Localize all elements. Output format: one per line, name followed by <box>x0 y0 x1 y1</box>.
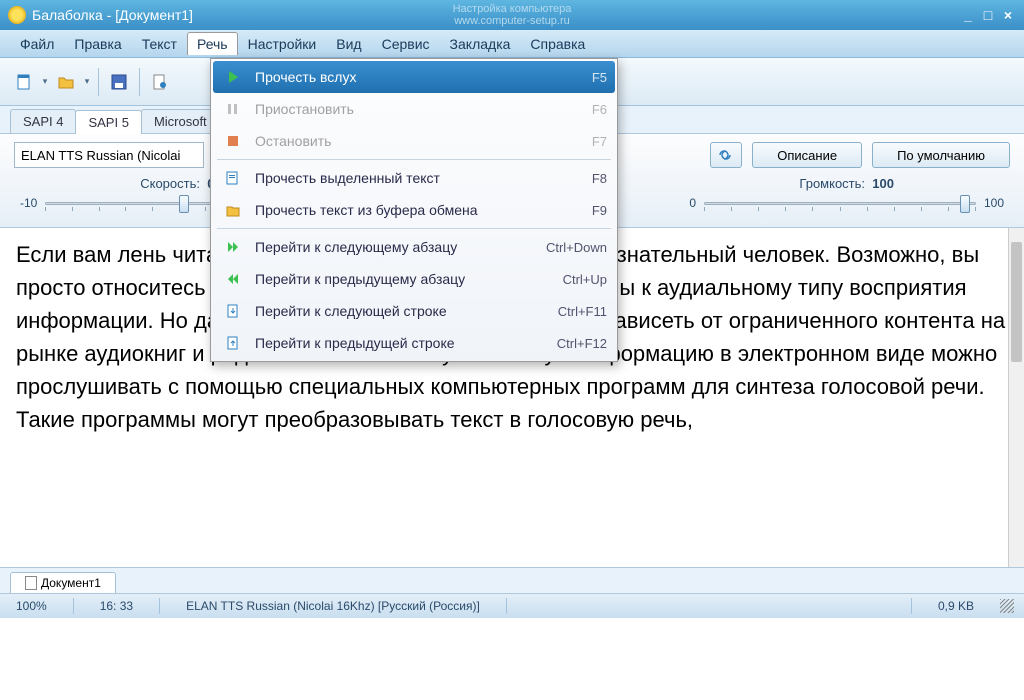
menu-edit[interactable]: Правка <box>64 32 131 56</box>
document-icon <box>25 576 37 590</box>
menu-view[interactable]: Вид <box>326 32 371 56</box>
page-next-icon <box>221 299 245 323</box>
forward-icon <box>221 235 245 259</box>
menu-next-paragraph[interactable]: Перейти к следующему абзацу Ctrl+Down <box>213 231 615 263</box>
status-position: 16: 33 <box>94 599 139 613</box>
menu-pause: Приостановить F6 <box>213 93 615 125</box>
menu-stop: Остановить F7 <box>213 125 615 157</box>
status-zoom: 100% <box>10 599 53 613</box>
open-folder-icon[interactable] <box>52 68 80 96</box>
default-button[interactable]: По умолчанию <box>872 142 1010 168</box>
volume-min: 0 <box>689 196 696 210</box>
document-tab-1[interactable]: Документ1 <box>10 572 116 593</box>
pause-icon <box>221 97 245 121</box>
speech-dropdown-menu: Прочесть вслух F5 Приостановить F6 Остан… <box>210 58 618 362</box>
scrollbar[interactable] <box>1008 228 1024 567</box>
page-prev-icon <box>221 331 245 355</box>
tab-sapi5[interactable]: SAPI 5 <box>75 110 141 134</box>
statusbar: 100% 16: 33 ELAN TTS Russian (Nicolai 16… <box>0 594 1024 618</box>
menu-read-aloud[interactable]: Прочесть вслух F5 <box>213 61 615 93</box>
close-button[interactable]: × <box>1000 7 1016 23</box>
menu-file[interactable]: Файл <box>10 32 64 56</box>
menu-settings[interactable]: Настройки <box>238 32 327 56</box>
menu-help[interactable]: Справка <box>520 32 595 56</box>
menu-next-line[interactable]: Перейти к следующей строке Ctrl+F11 <box>213 295 615 327</box>
document-tabs: Документ1 <box>0 568 1024 594</box>
voice-select[interactable] <box>14 142 204 168</box>
minimize-button[interactable]: _ <box>960 7 976 23</box>
tab-sapi4[interactable]: SAPI 4 <box>10 109 76 133</box>
save-icon[interactable] <box>105 68 133 96</box>
description-button[interactable]: Описание <box>752 142 862 168</box>
menu-service[interactable]: Сервис <box>372 32 440 56</box>
folder-clipboard-icon <box>221 198 245 222</box>
volume-slider[interactable] <box>704 193 976 213</box>
stop-icon <box>221 129 245 153</box>
tab-msp[interactable]: Microsoft <box>141 109 220 133</box>
titlebar: Балаболка - [Документ1] Настройка компью… <box>0 0 1024 30</box>
menubar: Файл Правка Текст Речь Настройки Вид Сер… <box>0 30 1024 58</box>
status-size: 0,9 KB <box>932 599 980 613</box>
play-icon <box>221 65 245 89</box>
menu-read-clipboard[interactable]: Прочесть текст из буфера обмена F9 <box>213 194 615 226</box>
window-title: Балаболка - [Документ1] <box>32 7 193 23</box>
export-audio-icon[interactable] <box>146 68 174 96</box>
volume-slider-group: Громкость: 100 0 100 <box>689 176 1004 213</box>
menu-text[interactable]: Текст <box>132 32 187 56</box>
status-voice: ELAN TTS Russian (Nicolai 16Khz) [Русски… <box>180 599 486 613</box>
menu-bookmark[interactable]: Закладка <box>440 32 521 56</box>
new-file-dropdown[interactable]: ▾ <box>40 76 50 87</box>
backward-icon <box>221 267 245 291</box>
volume-max: 100 <box>984 196 1004 210</box>
refresh-icon[interactable] <box>710 142 742 168</box>
document-select-icon <box>221 166 245 190</box>
menu-speech[interactable]: Речь <box>187 32 238 55</box>
resize-grip[interactable] <box>1000 599 1014 613</box>
menu-read-selection[interactable]: Прочесть выделенный текст F8 <box>213 162 615 194</box>
new-file-icon[interactable] <box>10 68 38 96</box>
speed-min: -10 <box>20 196 37 210</box>
maximize-button[interactable]: □ <box>980 7 996 23</box>
menu-prev-paragraph[interactable]: Перейти к предыдущему абзацу Ctrl+Up <box>213 263 615 295</box>
app-icon <box>8 6 26 24</box>
open-folder-dropdown[interactable]: ▾ <box>82 76 92 87</box>
menu-prev-line[interactable]: Перейти к предыдущей строке Ctrl+F12 <box>213 327 615 359</box>
